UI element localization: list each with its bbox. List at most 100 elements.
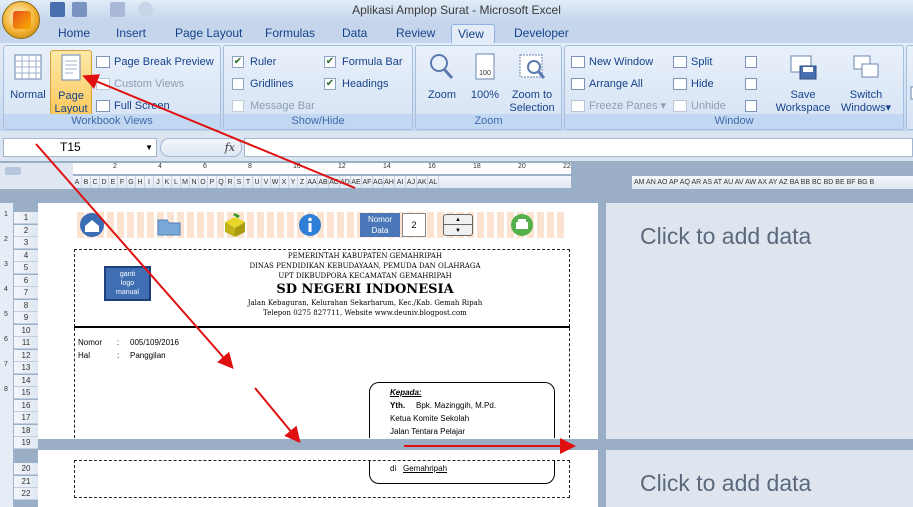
tab-insert[interactable]: Insert (110, 24, 152, 43)
split-button[interactable]: Split (673, 54, 712, 70)
column-header[interactable]: A (73, 176, 82, 188)
row-header[interactable]: 1 (14, 212, 38, 224)
column-header[interactable]: L (172, 176, 181, 188)
column-header[interactable]: M (181, 176, 190, 188)
row-header[interactable]: 4 (14, 249, 38, 262)
spin-down-icon[interactable]: ▼ (444, 226, 472, 236)
page-break-preview-button[interactable]: Page Break Preview (96, 54, 214, 70)
ruler-checkbox[interactable]: ✔ Ruler (232, 54, 276, 70)
column-header[interactable]: AL (428, 176, 439, 188)
insert-function-icon[interactable]: fx (225, 141, 235, 154)
chevron-down-icon[interactable]: ▼ (145, 139, 153, 156)
tab-view[interactable]: View (451, 24, 495, 43)
tab-page-layout[interactable]: Page Layout (169, 24, 248, 43)
row-header[interactable]: 18 (14, 424, 38, 437)
undo-icon[interactable] (72, 2, 87, 17)
column-header[interactable]: Z (298, 176, 307, 188)
row-header[interactable]: 9 (14, 312, 38, 324)
macros-icon[interactable] (909, 86, 913, 104)
tab-formulas[interactable]: Formulas (259, 24, 321, 43)
column-header[interactable]: V (262, 176, 271, 188)
row-header[interactable]: 5 (14, 262, 38, 274)
column-header[interactable]: T (244, 176, 253, 188)
zoom-button[interactable]: Zoom (422, 52, 462, 102)
column-header[interactable]: AH (384, 176, 395, 188)
column-header[interactable]: H (136, 176, 145, 188)
select-all-corner[interactable] (0, 163, 73, 189)
freeze-panes-button[interactable]: Freeze Panes ▾ (571, 98, 666, 114)
column-header[interactable]: F (118, 176, 127, 188)
column-header[interactable]: Q (217, 176, 226, 188)
arrange-all-button[interactable]: Arrange All (571, 76, 643, 92)
column-header[interactable]: AC (329, 176, 340, 188)
column-header[interactable]: D (100, 176, 109, 188)
box-icon[interactable] (222, 212, 248, 238)
column-header[interactable]: AI (395, 176, 406, 188)
column-header[interactable]: AB (318, 176, 329, 188)
column-header[interactable]: P (208, 176, 217, 188)
row-header[interactable]: 11 (14, 337, 38, 349)
column-header[interactable]: S (235, 176, 244, 188)
name-box[interactable]: T15 ▼ (3, 138, 157, 157)
click-to-add-data-2[interactable]: Click to add data (640, 470, 811, 497)
row-header[interactable]: 19 (14, 437, 38, 449)
column-header[interactable]: J (154, 176, 163, 188)
tab-home[interactable]: Home (52, 24, 96, 43)
row-header[interactable]: 16 (14, 399, 38, 412)
row-header[interactable]: 2 (14, 224, 38, 237)
row-header[interactable]: 12 (14, 349, 38, 362)
column-header[interactable]: W (271, 176, 280, 188)
column-header[interactable]: B (82, 176, 91, 188)
row-header[interactable]: 7 (14, 287, 38, 299)
tab-developer[interactable]: Developer (508, 24, 575, 43)
info-icon[interactable] (297, 212, 323, 238)
quick-access-icon[interactable] (138, 2, 153, 17)
page-4-empty[interactable]: Click to add data (606, 450, 913, 507)
formula-bar-checkbox[interactable]: ✔ Formula Bar (324, 54, 403, 70)
normal-view-button[interactable]: Normal (8, 52, 48, 102)
folder-icon[interactable] (156, 212, 182, 238)
home-icon[interactable] (79, 212, 105, 238)
column-header[interactable]: E (109, 176, 118, 188)
zoom-to-selection-button[interactable]: Zoom to Selection (506, 52, 558, 115)
save-workspace-button[interactable]: Save Workspace (769, 52, 837, 115)
office-button[interactable] (2, 1, 40, 39)
column-header[interactable]: AG (373, 176, 384, 188)
row-header[interactable]: 21 (14, 475, 38, 488)
row-header[interactable]: 22 (14, 488, 38, 500)
headings-checkbox[interactable]: ✔ Headings (324, 76, 388, 92)
tab-review[interactable]: Review (390, 24, 441, 43)
spin-up-icon[interactable]: ▲ (444, 215, 472, 225)
row-header[interactable]: 13 (14, 362, 38, 374)
column-header[interactable]: I (145, 176, 154, 188)
column-header[interactable]: U (253, 176, 262, 188)
print-icon[interactable] (509, 212, 535, 238)
save-icon[interactable] (50, 2, 65, 17)
column-header[interactable]: O (199, 176, 208, 188)
row-header[interactable]: 15 (14, 387, 38, 399)
row-header[interactable]: 17 (14, 412, 38, 424)
row-header[interactable]: 6 (14, 274, 38, 287)
row-header[interactable]: 14 (14, 374, 38, 387)
tab-data[interactable]: Data (336, 24, 373, 43)
full-screen-button[interactable]: Full Screen (96, 98, 170, 114)
column-header[interactable]: K (163, 176, 172, 188)
column-header[interactable]: AK (417, 176, 428, 188)
click-to-add-data-1[interactable]: Click to add data (640, 223, 811, 250)
column-header[interactable]: N (190, 176, 199, 188)
row-header[interactable]: 8 (14, 299, 38, 312)
row-header[interactable]: 3 (14, 237, 38, 249)
gridlines-checkbox[interactable]: Gridlines (232, 76, 293, 92)
zoom-100-button[interactable]: 100 100% (466, 52, 504, 102)
column-header[interactable]: Y (289, 176, 298, 188)
switch-windows-button[interactable]: Switch Windows▾ (835, 52, 897, 115)
reset-window-button[interactable] (745, 98, 761, 114)
column-header[interactable]: AD (340, 176, 351, 188)
column-header[interactable]: C (91, 176, 100, 188)
nomor-data-value[interactable]: 2 (402, 213, 426, 237)
hide-button[interactable]: Hide (673, 76, 714, 92)
column-header[interactable]: AF (362, 176, 373, 188)
column-header[interactable]: AE (351, 176, 362, 188)
view-side-by-side-button[interactable] (745, 54, 761, 70)
formula-input[interactable] (244, 138, 913, 157)
